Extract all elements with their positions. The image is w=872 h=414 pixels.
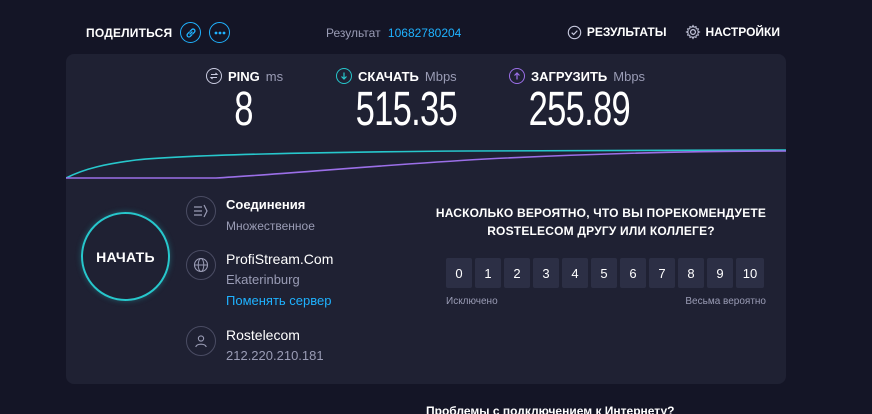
results-panel: PING ms 8 СКАЧАТЬ Mbps 515.35 ЗАГРУЗИТЬ …	[66, 54, 786, 384]
rating-high-label: Весьма вероятно	[685, 296, 766, 307]
survey-question-line2: ДРУГУ ИЛИ КОЛЛЕГЕ?	[573, 224, 715, 238]
survey-question-line1: НАСКОЛЬКО ВЕРОЯТНО, ЧТО ВЫ ПОРЕКОМЕНДУЕТ…	[435, 206, 767, 220]
rating-scale-labels: Исключено Весьма вероятно	[446, 296, 766, 307]
share-label: ПОДЕЛИТЬСЯ	[86, 25, 173, 40]
upload-metric: ЗАГРУЗИТЬ Mbps 255.89	[509, 68, 669, 136]
download-graph-line	[66, 149, 786, 179]
survey-question: НАСКОЛЬКО ВЕРОЯТНО, ЧТО ВЫ ПОРЕКОМЕНДУЕТ…	[426, 204, 776, 240]
rating-button-3[interactable]: 3	[533, 258, 559, 288]
upload-unit: Mbps	[613, 68, 646, 84]
results-label: РЕЗУЛЬТАТЫ	[586, 25, 667, 39]
settings-link[interactable]: НАСТРОЙКИ	[684, 24, 780, 40]
more-options-button[interactable]	[209, 22, 231, 43]
recommend-survey: НАСКОЛЬКО ВЕРОЯТНО, ЧТО ВЫ ПОРЕКОМЕНДУЕТ…	[426, 204, 776, 307]
upload-graph-line	[66, 150, 786, 179]
rating-button-6[interactable]: 6	[620, 258, 646, 288]
isp-name: Rostelecom	[226, 327, 300, 343]
rating-button-0[interactable]: 0	[446, 258, 472, 288]
rating-low-label: Исключено	[446, 296, 498, 307]
rating-button-1[interactable]: 1	[475, 258, 501, 288]
share-link-button[interactable]	[180, 22, 202, 43]
connection-problems-link[interactable]: Проблемы с подключением к Интернету?	[426, 404, 674, 414]
survey-brand: ROSTELECOM	[487, 224, 574, 238]
check-circle-icon	[567, 25, 582, 39]
download-unit: Mbps	[424, 68, 457, 84]
rating-button-10[interactable]: 10	[736, 258, 764, 288]
more-dots-icon	[214, 31, 226, 34]
download-label: СКАЧАТЬ	[358, 68, 419, 84]
rating-button-5[interactable]: 5	[591, 258, 617, 288]
gear-icon	[684, 24, 701, 40]
result-id-link[interactable]: 10682780204	[388, 26, 461, 40]
settings-label: НАСТРОЙКИ	[705, 25, 780, 39]
share-section: ПОДЕЛИТЬСЯ	[86, 22, 231, 43]
user-icon	[186, 326, 216, 356]
rating-scale: 0 1 2 3 4 5 6 7 8 9 10	[446, 258, 776, 288]
download-icon	[336, 68, 352, 84]
server-info: ProfiStream.Com Ekaterinburg Поменять се…	[186, 250, 333, 310]
globe-icon	[186, 250, 216, 280]
top-nav: РЕЗУЛЬТАТЫ НАСТРОЙКИ	[567, 24, 780, 40]
upload-value: 255.89	[528, 83, 631, 136]
ping-unit: ms	[265, 68, 284, 84]
isp-ip: 212.220.210.181	[226, 348, 324, 363]
connections-value: Множественное	[226, 219, 315, 233]
speed-graph	[66, 149, 786, 179]
connections-info: Соединения Множественное	[186, 196, 315, 238]
result-label: Результат	[326, 26, 381, 40]
rating-button-9[interactable]: 9	[707, 258, 733, 288]
rating-button-4[interactable]: 4	[562, 258, 588, 288]
start-button[interactable]: НАЧАТЬ	[81, 212, 170, 301]
upload-label: ЗАГРУЗИТЬ	[531, 68, 608, 84]
download-metric: СКАЧАТЬ Mbps 515.35	[336, 68, 476, 136]
result-id-display: Результат 10682780204	[326, 26, 461, 40]
ping-label: PING	[228, 68, 260, 84]
isp-info: Rostelecom 212.220.210.181	[186, 326, 324, 368]
server-city: Ekaterinburg	[226, 272, 300, 287]
server-name: ProfiStream.Com	[226, 251, 334, 267]
ping-metric: PING ms 8	[206, 68, 296, 136]
link-icon	[186, 27, 196, 38]
download-value: 515.35	[355, 83, 458, 136]
upload-icon	[509, 68, 525, 84]
ping-value: 8	[234, 83, 253, 136]
change-server-link[interactable]: Поменять сервер	[226, 292, 333, 310]
connections-title: Соединения	[226, 197, 306, 212]
rating-button-2[interactable]: 2	[504, 258, 530, 288]
results-link[interactable]: РЕЗУЛЬТАТЫ	[567, 25, 667, 40]
rating-button-7[interactable]: 7	[649, 258, 675, 288]
rating-button-8[interactable]: 8	[678, 258, 704, 288]
ping-icon	[206, 68, 222, 84]
connections-icon	[186, 196, 216, 226]
